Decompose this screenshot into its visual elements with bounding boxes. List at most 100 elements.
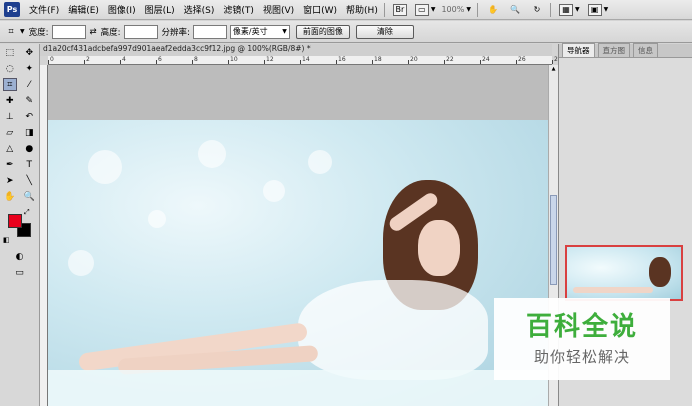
brush-tool-icon[interactable]: ✎ xyxy=(22,94,36,107)
gradient-tool-icon[interactable]: ◨ xyxy=(22,126,36,139)
marquee-tool-icon[interactable]: ⬚ xyxy=(3,46,17,59)
swap-colors-icon[interactable]: ⤢ xyxy=(24,208,30,217)
hair-shape xyxy=(649,257,671,287)
screen-mode-icon[interactable]: ▭ xyxy=(13,266,27,279)
color-swatches: ⤢ ◧ xyxy=(0,208,39,248)
screen-mode-icon[interactable]: ▭ xyxy=(414,3,429,16)
menu-help[interactable]: 帮助(H) xyxy=(346,3,378,16)
separator xyxy=(549,2,551,17)
arrange-documents-icon[interactable]: ▦ xyxy=(558,3,573,16)
default-colors-icon[interactable]: ◧ xyxy=(3,236,10,244)
eraser-tool-icon[interactable]: ▱ xyxy=(3,126,17,139)
height-field[interactable] xyxy=(123,24,158,39)
panel-tabs: 导航器 直方图 信息 xyxy=(559,43,692,58)
ruler-tick-label: 24 xyxy=(482,56,490,63)
document-title[interactable]: d1a20cf431adcbefa997d901aeaf2edda3cc9f12… xyxy=(40,44,552,56)
ruler-tick xyxy=(480,60,481,64)
healing-brush-tool-icon[interactable]: ✚ xyxy=(3,94,17,107)
photo-image[interactable] xyxy=(48,120,548,406)
menu-layer[interactable]: 图层(L) xyxy=(145,3,175,16)
resolution-unit-select[interactable]: 像素/英寸 ▼ xyxy=(229,24,290,39)
floor-fabric xyxy=(48,370,548,406)
separator xyxy=(383,2,385,17)
chevron-down-icon[interactable]: ▼ xyxy=(20,28,25,35)
menu-file[interactable]: 文件(F) xyxy=(29,3,59,16)
hand-icon[interactable]: ✋ xyxy=(486,4,500,16)
bokeh-light xyxy=(88,150,122,184)
ruler-tick-label: 2 xyxy=(86,56,90,63)
leg-shape xyxy=(573,287,653,293)
menu-filter[interactable]: 滤镜(T) xyxy=(223,3,254,16)
ruler-tick xyxy=(444,60,445,64)
face-shape xyxy=(418,220,460,276)
ruler-tick-label: 14 xyxy=(302,56,310,63)
rotate-view-icon[interactable]: ↻ xyxy=(530,4,544,16)
menu-bar: Ps 文件(F) 编辑(E) 图像(I) 图层(L) 选择(S) 滤镜(T) 视… xyxy=(0,0,692,20)
dodge-tool-icon[interactable]: ● xyxy=(22,142,36,155)
menu-view[interactable]: 视图(V) xyxy=(263,3,294,16)
ruler-tick xyxy=(516,60,517,64)
clear-button[interactable]: 清除 xyxy=(355,24,414,39)
quick-mask-icon[interactable]: ◐ xyxy=(13,250,27,263)
vertical-ruler[interactable] xyxy=(40,65,48,406)
ruler-tick-label: 12 xyxy=(266,56,274,63)
chevron-down-icon[interactable]: ▼ xyxy=(466,6,471,13)
height-label: 高度: xyxy=(100,27,121,38)
tab-navigator[interactable]: 导航器 xyxy=(562,43,595,57)
menu-edit[interactable]: 编辑(E) xyxy=(68,3,99,16)
history-brush-tool-icon[interactable]: ↶ xyxy=(22,110,36,123)
scroll-thumb[interactable] xyxy=(550,195,557,285)
front-image-button[interactable]: 前面的图像 xyxy=(295,24,350,39)
ruler-tick xyxy=(264,60,265,64)
magic-wand-tool-icon[interactable]: ✦ xyxy=(22,62,36,75)
hand-tool-icon[interactable]: ✋ xyxy=(3,190,17,203)
clone-stamp-tool-icon[interactable]: ⊥ xyxy=(3,110,17,123)
horizontal-ruler[interactable]: 0246810121416182022242628 xyxy=(48,56,562,65)
tab-histogram[interactable]: 直方图 xyxy=(597,43,630,57)
screen-mode-toggle-icon[interactable]: ▣ xyxy=(587,3,602,16)
blur-tool-icon[interactable]: △ xyxy=(3,142,17,155)
zoom-level[interactable]: 100% xyxy=(441,5,464,14)
zoom-icon[interactable]: 🔍 xyxy=(508,4,522,16)
pen-tool-icon[interactable]: ✒ xyxy=(3,158,17,171)
watermark-logo: 百科全说 助你轻松解决 xyxy=(494,298,670,380)
menu-window[interactable]: 窗口(W) xyxy=(303,3,337,16)
swap-icon[interactable]: ⇄ xyxy=(90,27,97,37)
ruler-tick xyxy=(408,60,409,64)
bokeh-light xyxy=(263,180,285,202)
navigator-preview[interactable] xyxy=(565,245,683,301)
chevron-down-icon[interactable]: ▼ xyxy=(575,6,580,13)
ruler-tick xyxy=(228,60,229,64)
foreground-color-swatch[interactable] xyxy=(8,214,22,228)
line-tool-icon[interactable]: ╲ xyxy=(22,174,36,187)
zoom-tool-icon[interactable]: 🔍 xyxy=(22,190,36,203)
type-tool-icon[interactable]: T xyxy=(22,158,36,171)
ruler-tick-label: 10 xyxy=(230,56,238,63)
eyedropper-tool-icon[interactable]: ⁄ xyxy=(22,78,36,91)
resolution-label: 分辨率: xyxy=(161,27,190,38)
ruler-tick-label: 16 xyxy=(338,56,346,63)
chevron-down-icon: ▼ xyxy=(282,28,287,35)
scroll-up-icon[interactable]: ▲ xyxy=(550,66,557,74)
move-tool-icon[interactable]: ✥ xyxy=(22,46,36,59)
menu-select[interactable]: 选择(S) xyxy=(184,3,215,16)
tab-info[interactable]: 信息 xyxy=(633,43,658,57)
canvas-area[interactable] xyxy=(48,65,548,406)
chevron-down-icon[interactable]: ▼ xyxy=(604,6,609,13)
width-field[interactable] xyxy=(51,24,86,39)
menu-image[interactable]: 图像(I) xyxy=(108,3,136,16)
crop-tool-icon[interactable]: ⌗ xyxy=(4,25,18,38)
ruler-tick xyxy=(156,60,157,64)
chevron-down-icon[interactable]: ▼ xyxy=(431,6,436,13)
resolution-field[interactable] xyxy=(192,24,227,39)
ruler-tick-label: 8 xyxy=(194,56,198,63)
ruler-tick-label: 4 xyxy=(122,56,126,63)
ruler-tick xyxy=(84,60,85,64)
bokeh-light xyxy=(308,150,332,174)
toolbox: ⬚ ✥ ◌ ✦ ⌗ ⁄ ✚ ✎ ⊥ ↶ ▱ ◨ △ ● ✒ T ➤ ╲ ✋ 🔍 ⤢ ◧ ◐ ▭ xyxy=(0,44,40,406)
lasso-tool-icon[interactable]: ◌ xyxy=(3,62,17,75)
crop-tool-icon[interactable]: ⌗ xyxy=(2,78,17,91)
bridge-icon[interactable]: Br xyxy=(392,3,407,16)
path-selection-tool-icon[interactable]: ➤ xyxy=(3,174,17,187)
options-bar: ⌗ ▼ 宽度: ⇄ 高度: 分辨率: 像素/英寸 ▼ 前面的图像 清除 xyxy=(0,21,692,43)
